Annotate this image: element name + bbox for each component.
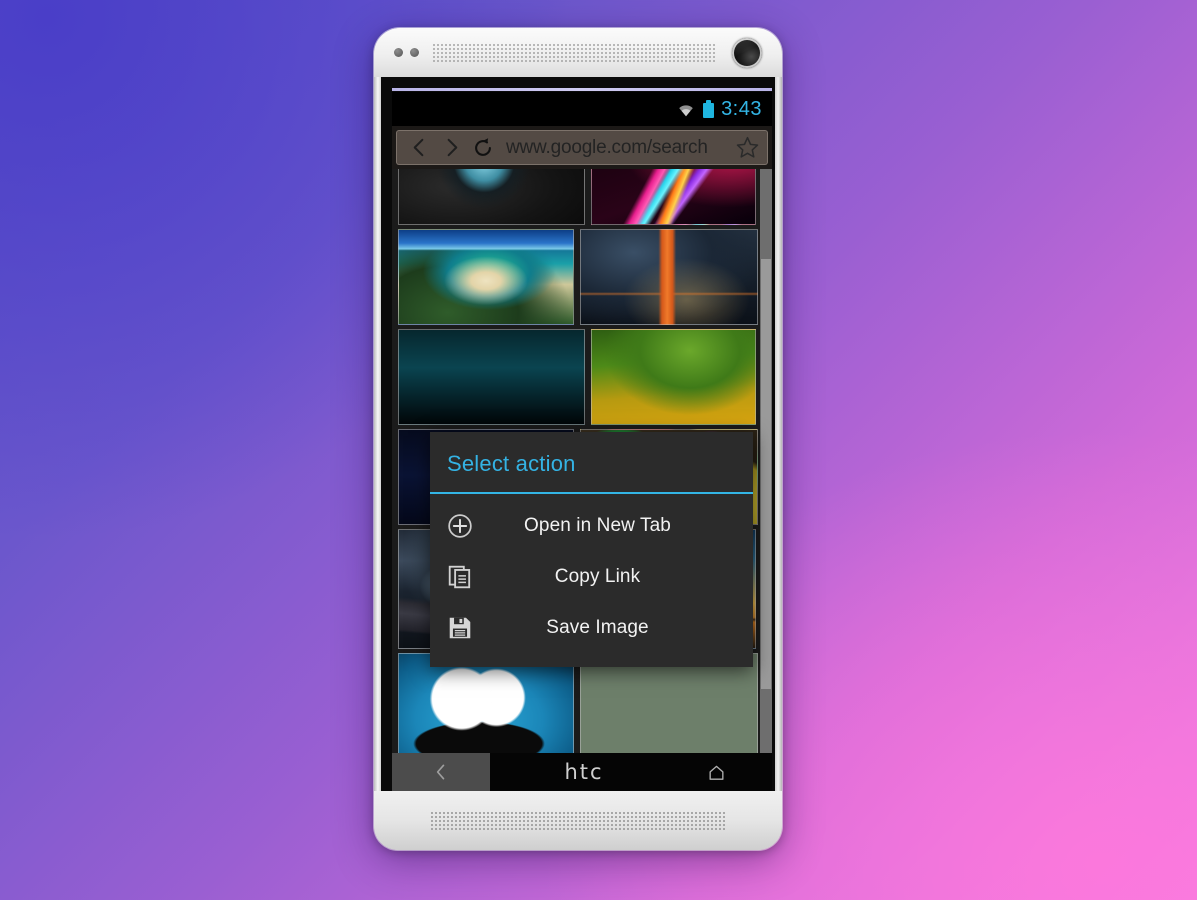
status-bar: 3:43 [392, 92, 772, 126]
menu-item-label: Save Image [546, 616, 649, 638]
htc-brand-logo: htc [564, 760, 604, 784]
phone-screen: 3:43 www.google.com/search Select action… [392, 92, 772, 791]
browser-toolbar: www.google.com/search [392, 126, 772, 169]
phone-bottom-bezel [374, 791, 782, 850]
image-thumbnail[interactable] [580, 229, 758, 325]
url-text[interactable]: www.google.com/search [506, 137, 732, 159]
phone-display-bezel: 3:43 www.google.com/search Select action… [381, 77, 775, 791]
nav-back-button[interactable] [392, 753, 490, 791]
phone-device: 3:43 www.google.com/search Select action… [374, 28, 782, 850]
scrollbar-thumb[interactable] [761, 259, 771, 689]
copy-icon [430, 564, 490, 590]
back-chevron-icon[interactable] [404, 133, 434, 163]
menu-item-save-image[interactable]: Save Image [430, 602, 753, 653]
vertical-scrollbar[interactable] [760, 169, 772, 791]
plus-circle-icon [430, 513, 490, 539]
front-camera-lens [732, 37, 762, 68]
refresh-icon[interactable] [468, 133, 498, 163]
browser-url-bar[interactable]: www.google.com/search [396, 130, 768, 165]
phone-top-bezel [374, 28, 782, 77]
dialog-title: Select action [447, 451, 576, 476]
wifi-icon [676, 102, 696, 117]
image-thumbnail[interactable] [591, 329, 756, 425]
menu-item-open-in-new-tab[interactable]: Open in New Tab [430, 500, 753, 551]
light-sensor-icon [410, 48, 419, 57]
star-outline-icon[interactable] [734, 134, 760, 162]
image-thumbnail[interactable] [591, 169, 756, 225]
browser-content-area: Select action Open in New Tab Copy Link … [392, 169, 772, 791]
menu-item-label: Copy Link [554, 565, 641, 587]
image-thumbnail[interactable] [398, 229, 574, 325]
save-floppy-icon [430, 615, 490, 641]
menu-item-label: Open in New Tab [524, 514, 671, 536]
forward-chevron-icon[interactable] [436, 133, 466, 163]
nav-home-button[interactable] [660, 763, 772, 782]
screen-top-highlight [392, 88, 772, 91]
image-thumbnail[interactable] [398, 329, 585, 425]
battery-icon [703, 100, 715, 118]
image-thumbnail[interactable] [398, 169, 585, 225]
menu-item-copy-link[interactable]: Copy Link [430, 551, 753, 602]
htc-navigation-bar: htc [392, 753, 772, 791]
bottom-speaker-grille [430, 810, 726, 831]
dialog-menu-list: Open in New Tab Copy Link Save Image [430, 494, 753, 667]
proximity-sensor-icon [394, 48, 403, 57]
status-bar-clock: 3:43 [721, 98, 762, 120]
select-action-dialog: Select action Open in New Tab Copy Link … [430, 432, 753, 667]
earpiece-speaker-grille [432, 43, 716, 62]
